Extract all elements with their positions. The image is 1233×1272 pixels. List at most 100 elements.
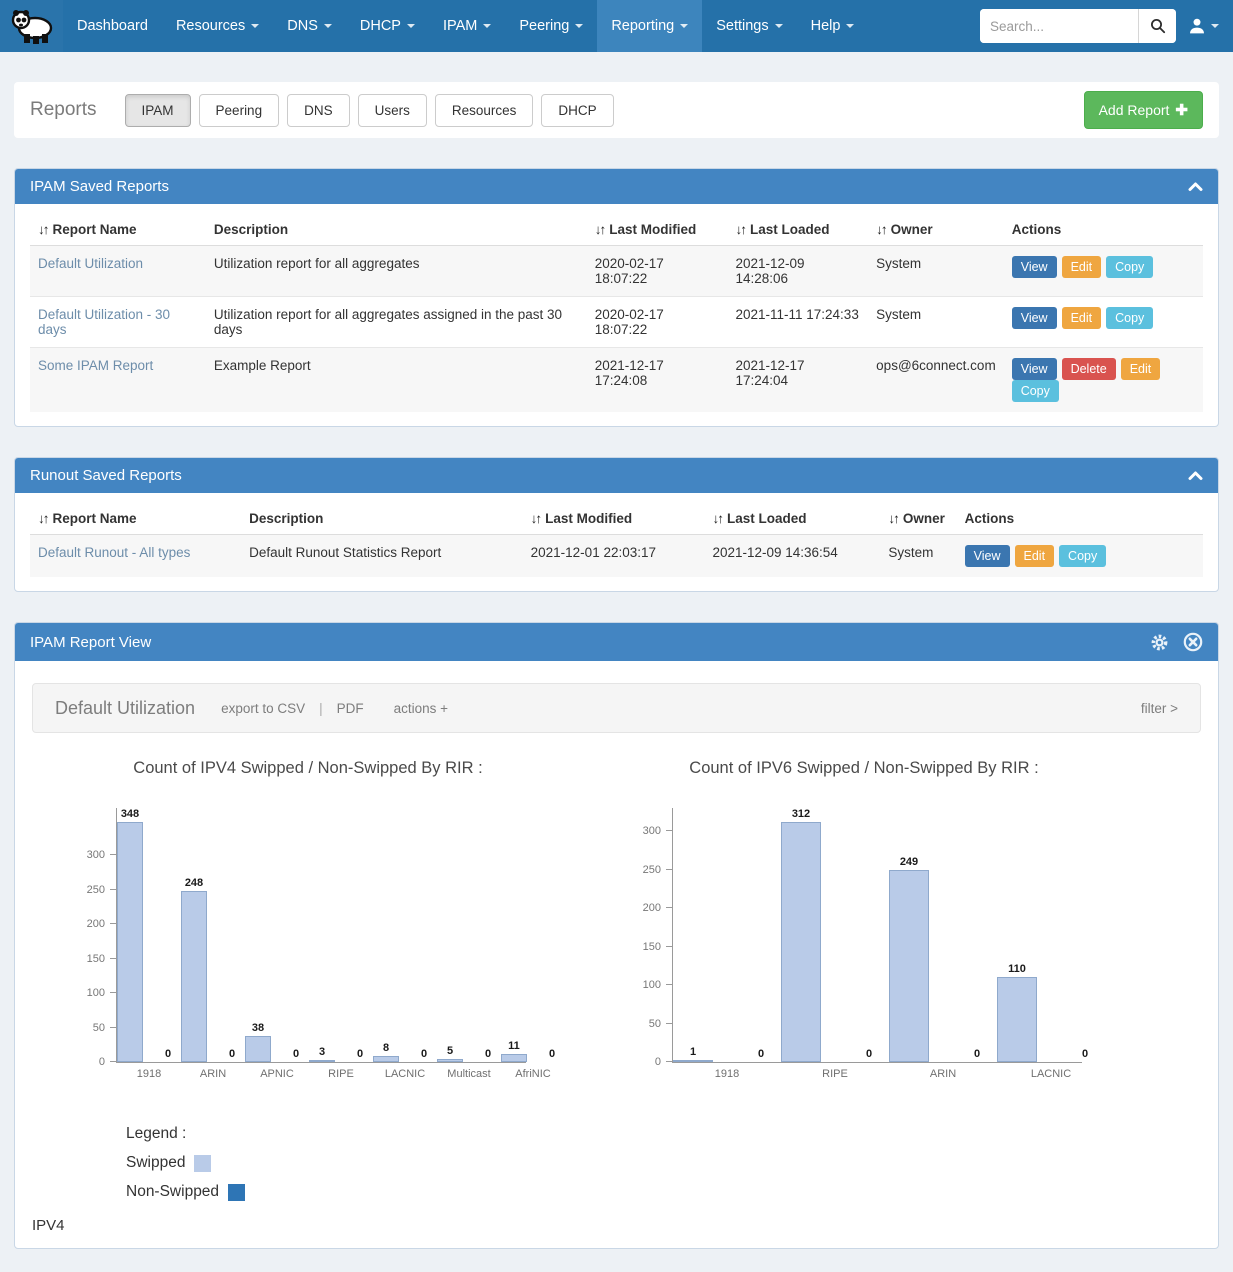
edit-button[interactable]: Edit: [1062, 307, 1102, 329]
delete-button[interactable]: Delete: [1062, 358, 1116, 380]
edit-button[interactable]: Edit: [1015, 545, 1055, 567]
y-axis-tick: [666, 907, 673, 908]
bar-value-label: 248: [185, 877, 203, 889]
column-header-last-loaded[interactable]: ↓↑Last Loaded: [727, 212, 868, 246]
cell-owner: System: [880, 535, 956, 578]
edit-button[interactable]: Edit: [1121, 358, 1161, 380]
y-axis-tick-label: 150: [625, 941, 661, 953]
view-button[interactable]: View: [1012, 307, 1057, 329]
sort-icon[interactable]: ↓↑: [38, 222, 48, 237]
sort-icon[interactable]: ↓↑: [735, 222, 745, 237]
y-axis-tick: [110, 889, 117, 890]
collapse-chevron-up-icon[interactable]: [1188, 181, 1203, 192]
tab-dhcp[interactable]: DHCP: [541, 94, 613, 127]
tab-resources[interactable]: Resources: [435, 94, 534, 127]
report-name-link[interactable]: Default Runout - All types: [38, 545, 190, 560]
bar-group-1918: 101918: [673, 808, 781, 1062]
report-name-link[interactable]: Default Utilization - 30 days: [38, 307, 170, 337]
view-button[interactable]: View: [1012, 256, 1057, 278]
export-csv-link[interactable]: export to CSV: [221, 701, 305, 716]
tab-ipam[interactable]: IPAM: [125, 94, 191, 127]
tab-users[interactable]: Users: [358, 94, 427, 127]
search-button[interactable]: [1138, 9, 1176, 43]
bar-column: 0: [155, 1048, 181, 1062]
sort-icon[interactable]: ↓↑: [888, 511, 898, 526]
column-header-description: Description: [206, 212, 587, 246]
ipv4-chart: Count of IPV4 Swipped / Non-Swipped By R…: [58, 759, 558, 1063]
app-logo[interactable]: [0, 0, 63, 52]
nav-item-dns[interactable]: DNS: [273, 0, 346, 52]
x-axis-category-label: 1918: [137, 1068, 161, 1080]
gear-icon[interactable]: [1150, 633, 1169, 652]
swipped-bar-arin: [181, 891, 207, 1062]
nav-item-reporting[interactable]: Reporting: [597, 0, 702, 52]
sort-icon[interactable]: ↓↑: [38, 511, 48, 526]
bar-column: 0: [539, 1048, 565, 1062]
bar-column: 8: [373, 1042, 399, 1062]
report-name-link[interactable]: Default Utilization: [38, 256, 143, 271]
swipped-bar-afrinic: [501, 1054, 527, 1062]
y-axis-tick: [110, 854, 117, 855]
bar-value-label: 0: [165, 1048, 171, 1060]
swipped-bar-lacnic: [997, 977, 1037, 1062]
bar-column: 1: [673, 1046, 713, 1062]
nav-item-settings[interactable]: Settings: [702, 0, 796, 52]
x-axis-category-label: ARIN: [200, 1068, 226, 1080]
collapse-chevron-up-icon[interactable]: [1188, 470, 1203, 481]
nav-item-dashboard[interactable]: Dashboard: [63, 0, 162, 52]
tab-dns[interactable]: DNS: [287, 94, 350, 127]
sort-icon[interactable]: ↓↑: [712, 511, 722, 526]
nav-item-label: Help: [811, 18, 841, 34]
bar-value-label: 3: [319, 1046, 325, 1058]
column-header-report-name[interactable]: ↓↑Report Name: [30, 501, 241, 535]
y-axis-tick: [666, 984, 673, 985]
panel-title: Runout Saved Reports: [30, 467, 182, 484]
bar-value-label: 0: [357, 1048, 363, 1060]
view-button[interactable]: View: [965, 545, 1010, 567]
sort-icon[interactable]: ↓↑: [595, 222, 605, 237]
cell-last-loaded: 2021-12-09 14:28:06: [727, 246, 868, 297]
copy-button[interactable]: Copy: [1059, 545, 1106, 567]
actions-menu[interactable]: actions +: [394, 701, 448, 716]
edit-button[interactable]: Edit: [1062, 256, 1102, 278]
chart-plot-area: 0501001502002503001019183120RIPE2490ARIN…: [672, 808, 1082, 1063]
copy-button[interactable]: Copy: [1106, 307, 1153, 329]
panda-logo-icon: [9, 7, 55, 45]
search-input[interactable]: [980, 9, 1138, 43]
bar-column: 110: [997, 963, 1037, 1062]
ipv4-section-label: IPV4: [32, 1217, 1203, 1234]
nav-item-dhcp[interactable]: DHCP: [346, 0, 429, 52]
column-header-description: Description: [241, 501, 523, 535]
nav-item-ipam[interactable]: IPAM: [429, 0, 505, 52]
sort-icon[interactable]: ↓↑: [531, 511, 541, 526]
copy-button[interactable]: Copy: [1106, 256, 1153, 278]
bar-value-label: 38: [252, 1022, 264, 1034]
tab-peering[interactable]: Peering: [199, 94, 280, 127]
nav-item-resources[interactable]: Resources: [162, 0, 273, 52]
nav-item-help[interactable]: Help: [797, 0, 869, 52]
nav-item-peering[interactable]: Peering: [505, 0, 597, 52]
y-axis-tick: [110, 923, 117, 924]
column-header-last-modified[interactable]: ↓↑Last Modified: [587, 212, 728, 246]
report-name-link[interactable]: Some IPAM Report: [38, 358, 153, 373]
column-header-last-modified[interactable]: ↓↑Last Modified: [523, 501, 705, 535]
sort-icon[interactable]: ↓↑: [876, 222, 886, 237]
column-header-owner[interactable]: ↓↑Owner: [868, 212, 1004, 246]
copy-button[interactable]: Copy: [1012, 380, 1059, 402]
x-axis-category-label: LACNIC: [1031, 1068, 1071, 1080]
close-circle-icon[interactable]: [1183, 632, 1203, 652]
bar-value-label: 11: [508, 1040, 520, 1052]
column-header-owner[interactable]: ↓↑Owner: [880, 501, 956, 535]
add-report-button[interactable]: Add Report✚: [1084, 91, 1203, 129]
chevron-down-icon: [680, 24, 688, 28]
y-axis-tick-label: 200: [69, 918, 105, 930]
reports-bar: Reports IPAMPeeringDNSUsersResourcesDHCP…: [14, 82, 1219, 138]
user-menu[interactable]: [1188, 17, 1219, 35]
column-header-report-name[interactable]: ↓↑Report Name: [30, 212, 206, 246]
view-button[interactable]: View: [1012, 358, 1057, 380]
export-pdf-link[interactable]: PDF: [337, 701, 364, 716]
filter-toggle[interactable]: filter >: [1141, 701, 1178, 716]
navbar-right: [980, 0, 1233, 52]
column-header-last-loaded[interactable]: ↓↑Last Loaded: [704, 501, 880, 535]
runout-saved-reports-panel: Runout Saved Reports ↓↑Report NameDescri…: [14, 457, 1219, 592]
